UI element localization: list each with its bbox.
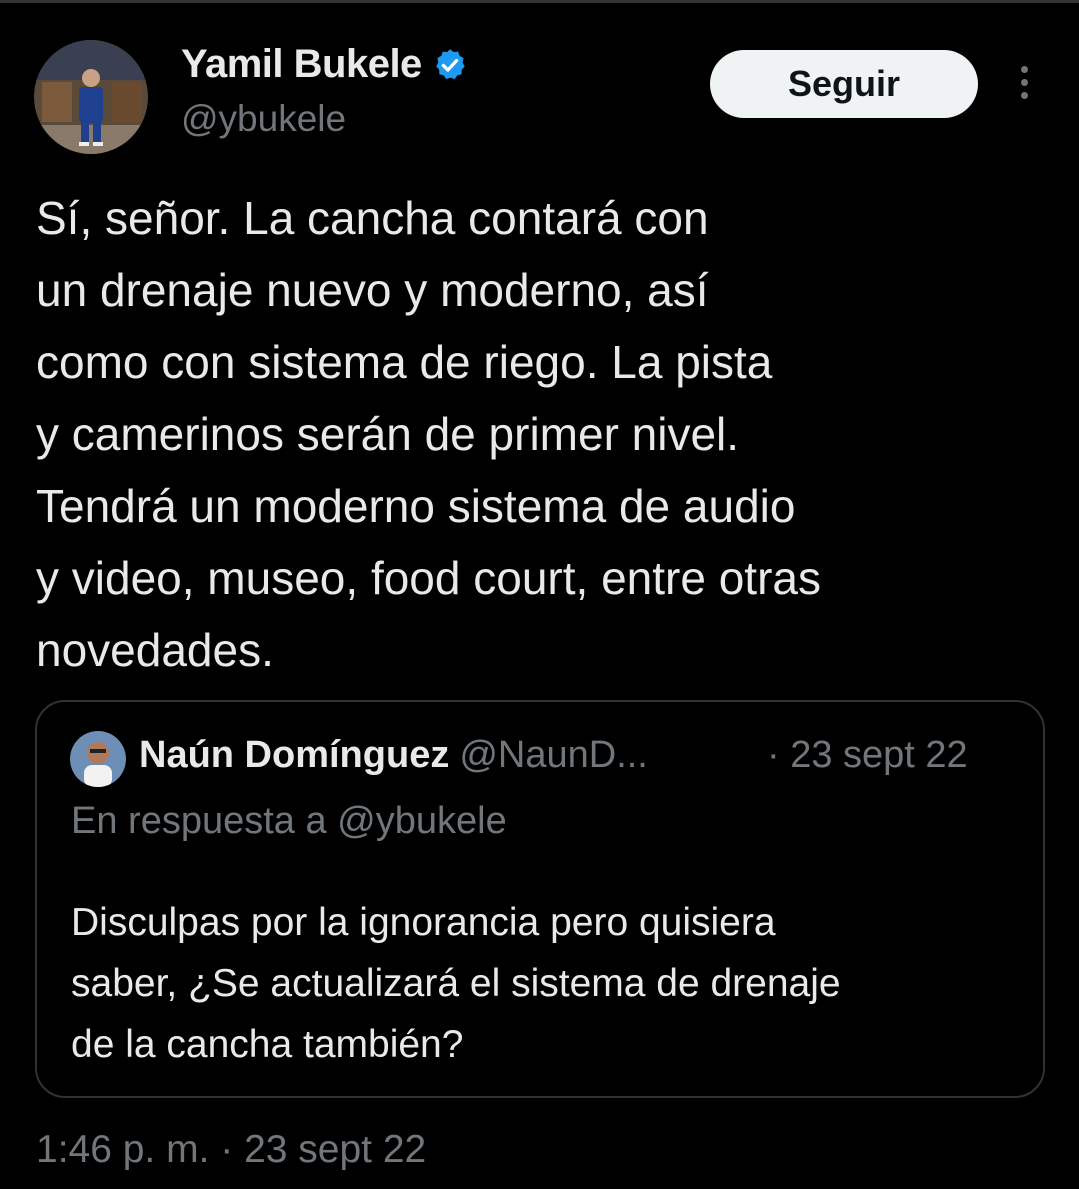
quoted-author-avatar [70, 731, 126, 787]
quoted-text: Disculpas por la ignorancia pero quisier… [71, 901, 841, 1066]
author-avatar[interactable] [34, 40, 148, 154]
verified-badge-icon [432, 47, 468, 83]
quoted-author-name: Naún Domínguez [139, 734, 450, 776]
quoted-date: · 23 sept 22 [767, 734, 968, 776]
tweet-timestamp[interactable]: 1:46 p. m. · 23 sept 22 [36, 1128, 426, 1172]
author-name-row: Yamil Bukele [181, 42, 468, 87]
quoted-reply-to: En respuesta a @ybukele [71, 800, 507, 842]
follow-button[interactable]: Seguir [710, 50, 978, 118]
more-options-icon[interactable] [1012, 66, 1036, 106]
tweet-text: Sí, señor. La cancha contará con un dren… [36, 192, 821, 676]
top-divider [0, 0, 1079, 3]
quoted-header: Naún Domínguez @NaunD... · 23 sept 22 [139, 734, 968, 777]
author-name[interactable]: Yamil Bukele [181, 42, 422, 87]
quoted-tweet[interactable]: Naún Domínguez @NaunD... · 23 sept 22 En … [35, 700, 1045, 1098]
quoted-author-handle: @NaunD... [459, 734, 648, 776]
author-handle[interactable]: @ybukele [181, 98, 346, 140]
